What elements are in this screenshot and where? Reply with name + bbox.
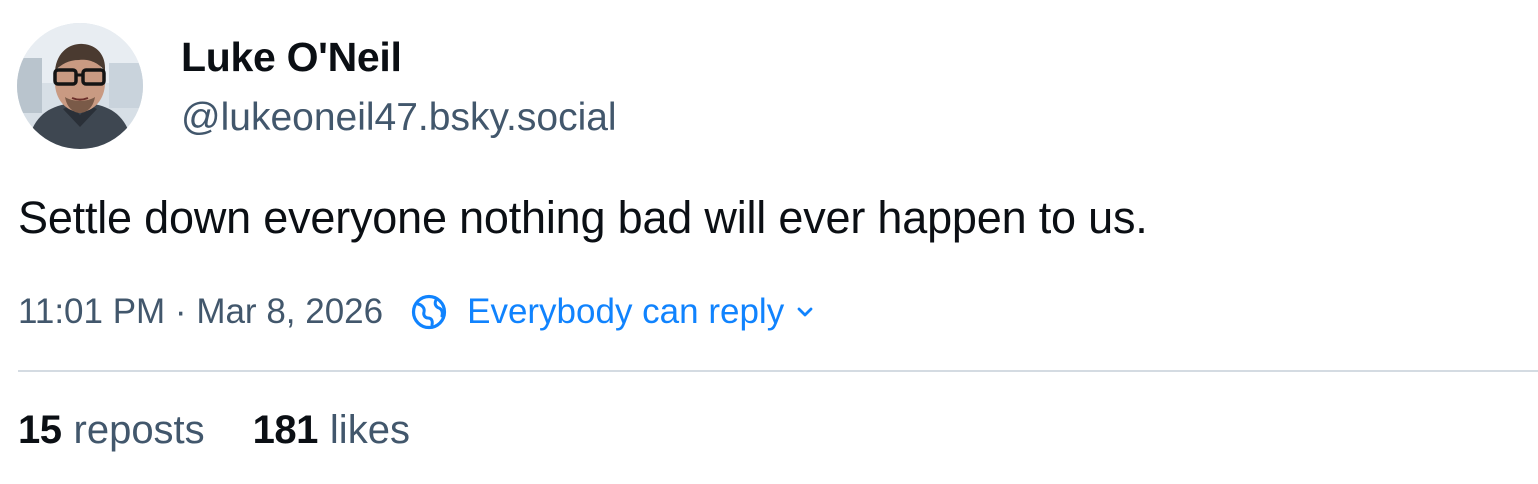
post-timestamp[interactable]: 11:01 PM · Mar 8, 2026 bbox=[18, 292, 383, 332]
engagement-stats: 15 reposts 181 likes bbox=[18, 408, 410, 453]
reply-setting-label: Everybody can reply bbox=[467, 292, 785, 331]
avatar-photo bbox=[17, 23, 143, 149]
post-thread-item: Luke O'Neil @lukeoneil47.bsky.social Set… bbox=[0, 0, 1538, 484]
globe-icon bbox=[411, 294, 447, 330]
divider bbox=[18, 370, 1538, 372]
reposts-count: 15 bbox=[18, 408, 62, 452]
likes-label: likes bbox=[329, 408, 410, 452]
chevron-down-icon bbox=[797, 307, 813, 317]
reply-setting-button[interactable]: Everybody can reply bbox=[409, 292, 816, 332]
author-display-name[interactable]: Luke O'Neil bbox=[181, 34, 402, 81]
reposts-label: reposts bbox=[73, 408, 205, 452]
reposts-stat[interactable]: 15 reposts bbox=[18, 408, 205, 453]
author-handle[interactable]: @lukeoneil47.bsky.social bbox=[181, 96, 617, 140]
likes-count: 181 bbox=[252, 408, 319, 452]
author-avatar[interactable] bbox=[17, 23, 143, 149]
likes-stat[interactable]: 181 likes bbox=[253, 408, 410, 453]
post-meta: 11:01 PM · Mar 8, 2026 Everybody can rep… bbox=[18, 289, 816, 335]
post-text: Settle down everyone nothing bad will ev… bbox=[18, 192, 1148, 243]
